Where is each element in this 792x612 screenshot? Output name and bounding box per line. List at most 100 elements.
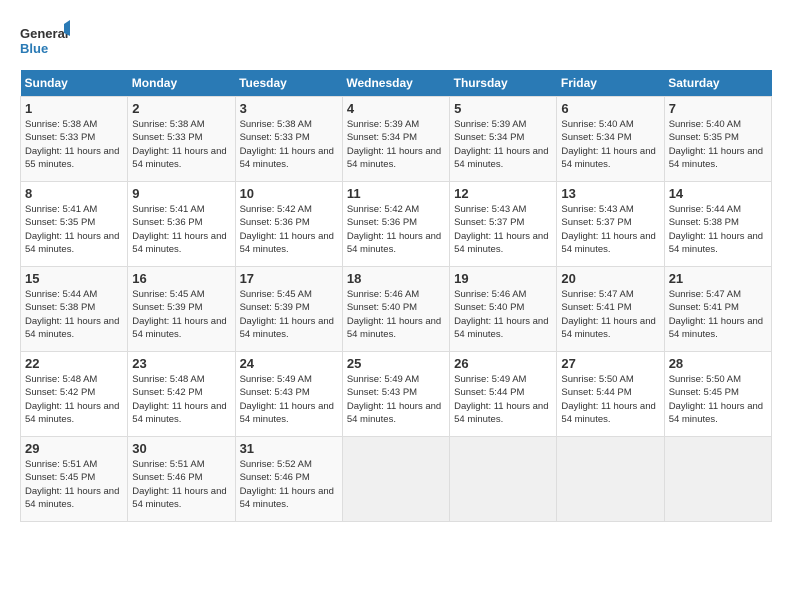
calendar-cell: 25Sunrise: 5:49 AMSunset: 5:43 PMDayligh… — [342, 352, 449, 437]
calendar-cell: 13Sunrise: 5:43 AMSunset: 5:37 PMDayligh… — [557, 182, 664, 267]
day-info: Sunrise: 5:47 AMSunset: 5:41 PMDaylight:… — [561, 288, 659, 341]
day-info: Sunrise: 5:47 AMSunset: 5:41 PMDaylight:… — [669, 288, 767, 341]
day-info: Sunrise: 5:50 AMSunset: 5:44 PMDaylight:… — [561, 373, 659, 426]
day-number: 16 — [132, 271, 230, 286]
day-number: 27 — [561, 356, 659, 371]
day-info: Sunrise: 5:40 AMSunset: 5:35 PMDaylight:… — [669, 118, 767, 171]
calendar-cell: 29 Sunrise: 5:51 AMSunset: 5:45 PMDayligh… — [21, 437, 128, 522]
day-info: Sunrise: 5:44 AMSunset: 5:38 PMDaylight:… — [25, 288, 123, 341]
day-number: 23 — [132, 356, 230, 371]
calendar-week-row: 15 Sunrise: 5:44 AMSunset: 5:38 PMDayligh… — [21, 267, 772, 352]
calendar-cell: 30Sunrise: 5:51 AMSunset: 5:46 PMDayligh… — [128, 437, 235, 522]
calendar-cell: 3 Sunrise: 5:38 AMSunset: 5:33 PMDaylight… — [235, 97, 342, 182]
day-number: 2 — [132, 101, 230, 116]
day-header-tuesday: Tuesday — [235, 70, 342, 97]
calendar-cell: 2Sunrise: 5:38 AMSunset: 5:33 PMDaylight… — [128, 97, 235, 182]
calendar-cell — [664, 437, 771, 522]
svg-text:Blue: Blue — [20, 41, 48, 56]
calendar-cell: 31 Sunrise: 5:52 AMSunset: 5:46 PMDayligh… — [235, 437, 342, 522]
calendar-cell: 1Sunrise: 5:38 AMSunset: 5:33 PMDaylight… — [21, 97, 128, 182]
day-info: Sunrise: 5:52 AMSunset: 5:46 PMDaylight:… — [240, 458, 338, 511]
calendar-cell: 21 Sunrise: 5:47 AMSunset: 5:41 PMDayligh… — [664, 267, 771, 352]
calendar-cell: 18 Sunrise: 5:46 AMSunset: 5:40 PMDayligh… — [342, 267, 449, 352]
day-header-monday: Monday — [128, 70, 235, 97]
day-number: 25 — [347, 356, 445, 371]
day-header-friday: Friday — [557, 70, 664, 97]
calendar-cell: 16 Sunrise: 5:45 AMSunset: 5:39 PMDayligh… — [128, 267, 235, 352]
day-info: Sunrise: 5:40 AMSunset: 5:34 PMDaylight:… — [561, 118, 659, 171]
day-info: Sunrise: 5:45 AMSunset: 5:39 PMDaylight:… — [240, 288, 338, 341]
day-number: 14 — [669, 186, 767, 201]
calendar-cell: 12 Sunrise: 5:43 AMSunset: 5:37 PMDayligh… — [450, 182, 557, 267]
day-info: Sunrise: 5:44 AMSunset: 5:38 PMDaylight:… — [669, 203, 767, 256]
day-number: 18 — [347, 271, 445, 286]
day-info: Sunrise: 5:42 AMSunset: 5:36 PMDaylight:… — [347, 203, 445, 256]
day-info: Sunrise: 5:49 AMSunset: 5:44 PMDaylight:… — [454, 373, 552, 426]
calendar-header-row: SundayMondayTuesdayWednesdayThursdayFrid… — [21, 70, 772, 97]
calendar-cell: 19Sunrise: 5:46 AMSunset: 5:40 PMDayligh… — [450, 267, 557, 352]
calendar-cell: 28Sunrise: 5:50 AMSunset: 5:45 PMDayligh… — [664, 352, 771, 437]
day-number: 20 — [561, 271, 659, 286]
calendar-cell: 27 Sunrise: 5:50 AMSunset: 5:44 PMDayligh… — [557, 352, 664, 437]
day-number: 31 — [240, 441, 338, 456]
day-header-wednesday: Wednesday — [342, 70, 449, 97]
calendar-cell: 20 Sunrise: 5:47 AMSunset: 5:41 PMDayligh… — [557, 267, 664, 352]
day-number: 22 — [25, 356, 123, 371]
day-number: 15 — [25, 271, 123, 286]
logo: General Blue — [20, 20, 70, 60]
day-number: 11 — [347, 186, 445, 201]
day-number: 24 — [240, 356, 338, 371]
day-info: Sunrise: 5:38 AMSunset: 5:33 PMDaylight:… — [25, 118, 123, 171]
calendar-table: SundayMondayTuesdayWednesdayThursdayFrid… — [20, 70, 772, 522]
day-info: Sunrise: 5:43 AMSunset: 5:37 PMDaylight:… — [454, 203, 552, 256]
day-number: 9 — [132, 186, 230, 201]
logo-icon: General Blue — [20, 20, 70, 60]
day-number: 30 — [132, 441, 230, 456]
day-number: 21 — [669, 271, 767, 286]
day-number: 10 — [240, 186, 338, 201]
day-number: 19 — [454, 271, 552, 286]
day-info: Sunrise: 5:39 AMSunset: 5:34 PMDaylight:… — [347, 118, 445, 171]
day-info: Sunrise: 5:50 AMSunset: 5:45 PMDaylight:… — [669, 373, 767, 426]
calendar-cell: 6 Sunrise: 5:40 AMSunset: 5:34 PMDaylight… — [557, 97, 664, 182]
day-number: 12 — [454, 186, 552, 201]
day-info: Sunrise: 5:41 AMSunset: 5:36 PMDaylight:… — [132, 203, 230, 256]
day-info: Sunrise: 5:48 AMSunset: 5:42 PMDaylight:… — [25, 373, 123, 426]
calendar-cell — [557, 437, 664, 522]
day-info: Sunrise: 5:39 AMSunset: 5:34 PMDaylight:… — [454, 118, 552, 171]
day-number: 5 — [454, 101, 552, 116]
calendar-week-row: 29 Sunrise: 5:51 AMSunset: 5:45 PMDayligh… — [21, 437, 772, 522]
calendar-cell — [450, 437, 557, 522]
calendar-cell: 10 Sunrise: 5:42 AMSunset: 5:36 PMDayligh… — [235, 182, 342, 267]
day-info: Sunrise: 5:43 AMSunset: 5:37 PMDaylight:… — [561, 203, 659, 256]
day-number: 8 — [25, 186, 123, 201]
calendar-cell: 22 Sunrise: 5:48 AMSunset: 5:42 PMDayligh… — [21, 352, 128, 437]
calendar-cell: 23Sunrise: 5:48 AMSunset: 5:42 PMDayligh… — [128, 352, 235, 437]
day-number: 4 — [347, 101, 445, 116]
day-header-sunday: Sunday — [21, 70, 128, 97]
day-info: Sunrise: 5:45 AMSunset: 5:39 PMDaylight:… — [132, 288, 230, 341]
calendar-cell: 11 Sunrise: 5:42 AMSunset: 5:36 PMDayligh… — [342, 182, 449, 267]
day-header-saturday: Saturday — [664, 70, 771, 97]
calendar-cell: 14 Sunrise: 5:44 AMSunset: 5:38 PMDayligh… — [664, 182, 771, 267]
calendar-cell: 7 Sunrise: 5:40 AMSunset: 5:35 PMDaylight… — [664, 97, 771, 182]
day-number: 29 — [25, 441, 123, 456]
day-info: Sunrise: 5:49 AMSunset: 5:43 PMDaylight:… — [240, 373, 338, 426]
day-info: Sunrise: 5:38 AMSunset: 5:33 PMDaylight:… — [240, 118, 338, 171]
day-number: 17 — [240, 271, 338, 286]
calendar-cell: 9 Sunrise: 5:41 AMSunset: 5:36 PMDaylight… — [128, 182, 235, 267]
calendar-week-row: 8Sunrise: 5:41 AMSunset: 5:35 PMDaylight… — [21, 182, 772, 267]
calendar-cell — [342, 437, 449, 522]
day-info: Sunrise: 5:51 AMSunset: 5:45 PMDaylight:… — [25, 458, 123, 511]
day-info: Sunrise: 5:46 AMSunset: 5:40 PMDaylight:… — [347, 288, 445, 341]
calendar-cell: 17 Sunrise: 5:45 AMSunset: 5:39 PMDayligh… — [235, 267, 342, 352]
day-number: 3 — [240, 101, 338, 116]
day-number: 26 — [454, 356, 552, 371]
day-header-thursday: Thursday — [450, 70, 557, 97]
calendar-week-row: 22 Sunrise: 5:48 AMSunset: 5:42 PMDayligh… — [21, 352, 772, 437]
page-header: General Blue — [20, 20, 772, 60]
day-number: 7 — [669, 101, 767, 116]
calendar-cell: 4 Sunrise: 5:39 AMSunset: 5:34 PMDaylight… — [342, 97, 449, 182]
day-info: Sunrise: 5:42 AMSunset: 5:36 PMDaylight:… — [240, 203, 338, 256]
day-number: 6 — [561, 101, 659, 116]
